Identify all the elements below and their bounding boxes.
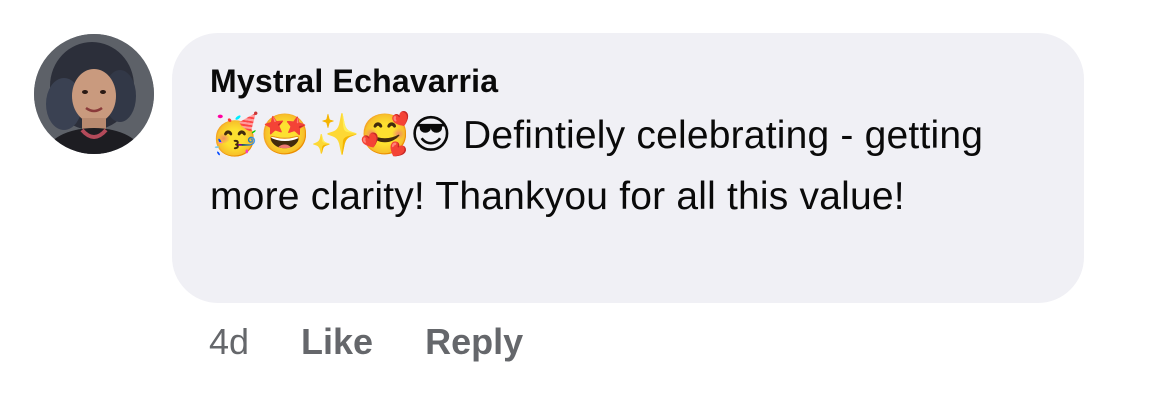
comment-bubble: Mystral Echavarria 🥳🤩✨🥰😎 Defintiely cele…: [172, 33, 1084, 303]
avatar[interactable]: [34, 34, 154, 154]
comment-emojis: 🥳🤩✨🥰😎: [210, 112, 452, 158]
comment-actions: 4d Like Reply: [209, 320, 575, 364]
comment-author[interactable]: Mystral Echavarria: [210, 61, 1044, 101]
comment-body: 🥳🤩✨🥰😎 Defintiely celebrating - getting m…: [210, 105, 1044, 227]
like-button[interactable]: Like: [301, 321, 373, 363]
comment-timestamp[interactable]: 4d: [209, 321, 249, 363]
reply-button[interactable]: Reply: [425, 321, 523, 363]
